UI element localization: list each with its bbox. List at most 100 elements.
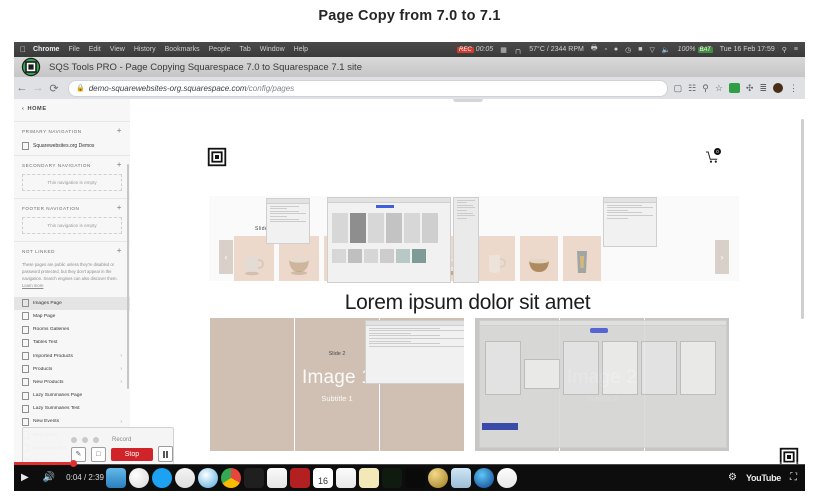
sidebar-item-squarewebsites-demos[interactable]: Squarewebsites.org Demos xyxy=(14,139,130,155)
extension-green-icon[interactable] xyxy=(728,83,740,93)
gallery-tile[interactable] xyxy=(520,236,558,281)
quicktime-icon[interactable] xyxy=(474,467,494,488)
fullscreen-icon[interactable]: ⛶ xyxy=(790,472,797,483)
list-item[interactable]: Images Page xyxy=(14,296,130,310)
plus-icon[interactable]: + xyxy=(117,127,122,135)
bluetooth-icon[interactable]: ● xyxy=(614,46,618,53)
stop-button[interactable]: Stop xyxy=(110,447,154,461)
list-item[interactable]: Lazy Summaries Test xyxy=(14,402,130,415)
bookmark-star-icon[interactable]: ☆ xyxy=(715,83,723,94)
cast-icon[interactable]: ▢ xyxy=(674,83,683,94)
video-player-controls[interactable]: ▶ 🔊 0:04 / 2:39 16 ⚙ YouTube ⛶ xyxy=(14,460,805,491)
recorder-status-badge[interactable]: REC 00:05 xyxy=(457,46,493,53)
cpu-temp-status[interactable]: 57°C / 2344 RPM xyxy=(529,46,584,53)
extension-list-icon[interactable]: ≣ xyxy=(759,83,767,94)
stickies-icon[interactable] xyxy=(359,467,379,488)
banner-image-1[interactable]: Slide 2 Image 1 Subtitle 1 xyxy=(210,318,464,451)
extension-puzzle-icon[interactable]: ✣ xyxy=(746,83,754,94)
itunes-icon[interactable] xyxy=(497,467,517,488)
preview-grabber[interactable] xyxy=(452,99,483,102)
opera-icon[interactable] xyxy=(129,467,149,488)
qr-icon[interactable]: ☷ xyxy=(688,83,696,94)
menubar-clock[interactable]: Tue 16 Feb 17:59 xyxy=(720,46,775,53)
menu-window[interactable]: Window xyxy=(260,46,285,53)
kebab-menu-icon[interactable]: ⋮ xyxy=(789,83,798,94)
slack-icon[interactable] xyxy=(175,467,195,488)
plus-icon[interactable]: + xyxy=(117,161,122,169)
usb-icon[interactable]: ▫ xyxy=(604,46,606,53)
avatar-icon[interactable] xyxy=(773,83,783,93)
menu-help[interactable]: Help xyxy=(294,46,308,53)
sidebar-home-link[interactable]: ‹ HOME xyxy=(14,99,130,121)
filezilla-icon[interactable] xyxy=(290,467,310,488)
menu-icon[interactable]: ≡ xyxy=(794,46,798,53)
calendar-icon[interactable]: 16 xyxy=(313,467,333,488)
reload-icon[interactable]: ⟳ xyxy=(46,82,62,95)
video-frame[interactable]:  Chrome File Edit View History Bookmark… xyxy=(14,42,805,491)
chevron-right-icon[interactable]: › xyxy=(120,419,122,425)
sublime-icon[interactable] xyxy=(244,467,264,488)
carousel-next-button[interactable]: › xyxy=(715,240,729,274)
gallery-tile[interactable] xyxy=(477,236,515,281)
menu-tab[interactable]: Tab xyxy=(239,46,250,53)
search-icon[interactable]: ⚲ xyxy=(782,46,787,54)
menu-history[interactable]: History xyxy=(134,46,156,53)
sidebar-scrollbar[interactable] xyxy=(127,164,129,389)
banner-image-2[interactable]: Image 2 Subtitle 2 xyxy=(475,318,729,451)
chevron-right-icon[interactable]: › xyxy=(120,353,122,359)
pause-icon[interactable] xyxy=(158,446,173,462)
search-icon[interactable]: ⚲ xyxy=(702,83,709,94)
frame-icon[interactable]: □ xyxy=(90,446,106,462)
screen-recorder-overlay[interactable]: Record ✎ □ Stop xyxy=(22,427,174,467)
site-logo-icon[interactable] xyxy=(207,147,227,167)
menu-file[interactable]: File xyxy=(68,46,79,53)
list-item[interactable]: Rooms Galleries xyxy=(14,323,130,336)
address-bar[interactable]: 🔒 demo-squarewebsites-org.squarespace.co… xyxy=(68,79,668,97)
volume-icon[interactable]: 🔊 xyxy=(43,472,55,483)
finder-icon[interactable] xyxy=(106,467,126,488)
input-flag-icon[interactable]: ■ xyxy=(638,46,642,53)
list-item[interactable]: Products › xyxy=(14,363,130,376)
istat-graph-icon[interactable]: ╭╮ xyxy=(514,46,522,54)
list-item[interactable]: New Products › xyxy=(14,376,130,389)
gear-icon[interactable]: ⚙ xyxy=(728,472,737,483)
menu-edit[interactable]: Edit xyxy=(89,46,101,53)
site-preview[interactable]: 0 Slide 1 Slide 2 ‹ › xyxy=(130,99,805,491)
terminal-icon[interactable] xyxy=(405,467,425,488)
preview-scrollbar[interactable] xyxy=(801,119,804,319)
display-icon[interactable]: ▦ xyxy=(500,46,507,54)
chevron-right-icon[interactable]: › xyxy=(120,366,122,372)
carousel-prev-button[interactable]: ‹ xyxy=(219,240,233,274)
list-item[interactable]: Lazy Summaries Page xyxy=(14,389,130,402)
apple-icon[interactable]:  xyxy=(20,45,26,54)
shopping-cart-icon[interactable]: 0 xyxy=(705,148,721,164)
wifi-icon[interactable]: ▽ xyxy=(650,46,655,54)
plus-icon[interactable]: + xyxy=(117,247,122,255)
menu-chrome[interactable]: Chrome xyxy=(33,46,59,53)
progress-handle[interactable] xyxy=(70,460,77,467)
bitcoin-icon[interactable] xyxy=(428,467,448,488)
volume-icon[interactable]: 🔈 xyxy=(662,46,671,54)
gallery-tile[interactable] xyxy=(563,236,601,281)
preview-icon[interactable] xyxy=(451,467,471,488)
chrome-icon[interactable] xyxy=(221,467,241,488)
plus-icon[interactable]: + xyxy=(117,204,122,212)
list-item[interactable]: Imported Products › xyxy=(14,349,130,362)
gallery-carousel[interactable]: Slide 1 Slide 2 ‹ › xyxy=(209,196,739,283)
youtube-brand-label[interactable]: YouTube xyxy=(746,473,781,483)
activity-icon[interactable] xyxy=(382,467,402,488)
time-machine-icon[interactable]: ◷ xyxy=(625,46,631,54)
list-item[interactable]: Tables Test xyxy=(14,336,130,349)
printer-icon[interactable]: 🖶 xyxy=(591,44,598,55)
menu-people[interactable]: People xyxy=(209,46,231,53)
back-arrow-icon[interactable]: ← xyxy=(14,82,30,94)
skype-icon[interactable] xyxy=(152,467,172,488)
forward-arrow-icon[interactable]: → xyxy=(30,82,46,94)
battery-status[interactable]: 100% BAT xyxy=(678,46,713,53)
list-item[interactable]: Map Page xyxy=(14,310,130,323)
learn-more-link[interactable]: Learn more xyxy=(22,283,43,288)
menu-view[interactable]: View xyxy=(110,46,125,53)
play-icon[interactable]: ▶ xyxy=(21,472,29,483)
reminders-icon[interactable] xyxy=(336,467,356,488)
chevron-right-icon[interactable]: › xyxy=(120,379,122,385)
